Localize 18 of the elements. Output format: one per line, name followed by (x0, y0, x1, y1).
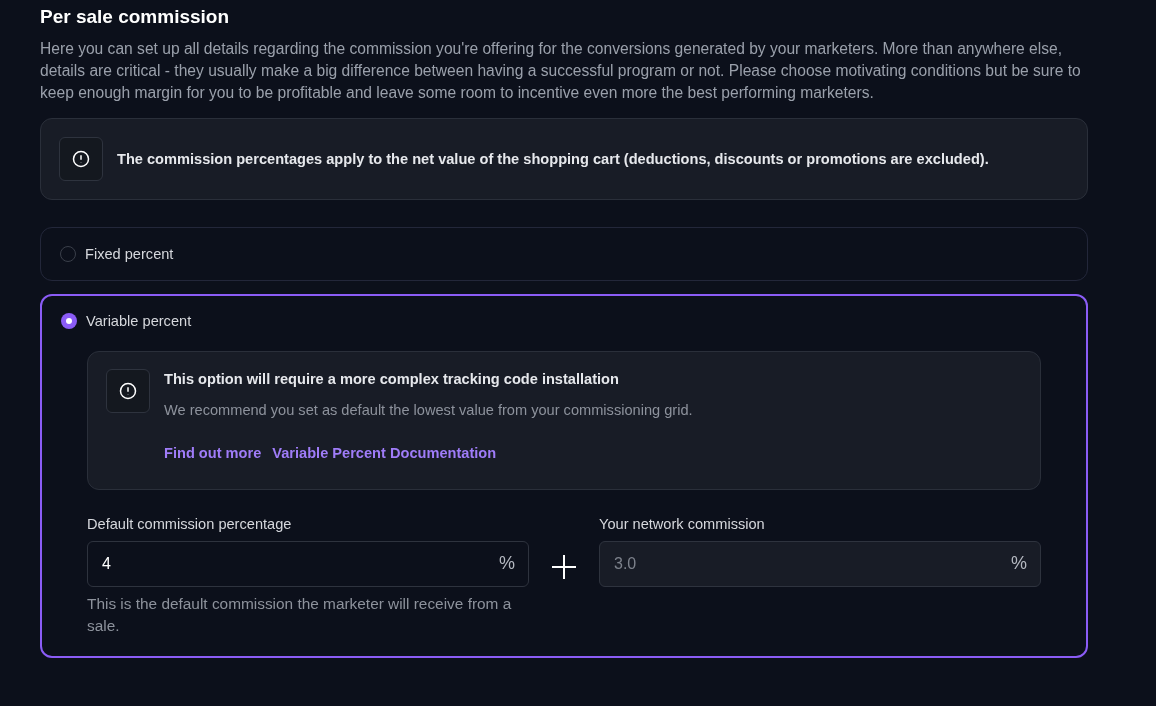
help-text: This is the default commission the marketer will receive from a sale. (87, 594, 513, 636)
notice-text: The commission percentages apply to the net value of the shopping cart (deductions, discounts or promotions are excluded). (117, 151, 989, 167)
info-icon (72, 150, 90, 168)
alert-title: This option will require a more complex tracking code installation (164, 371, 620, 387)
section-description: Here you can set up all details regarding the commission you're offering for the conversions generated by your marketers. More than anywhere else, details are critical - they usually make a big difference between having a successful program or not. Please choose motivating conditions but be sure to keep enough margin for you to be profitable and leave some room to incentive even more the best performing marketers. (40, 39, 1082, 103)
option-label[interactable]: Fixed percent (85, 246, 174, 262)
info-icon (119, 382, 137, 400)
doc-link[interactable]: Variable Percent Documentation (272, 445, 497, 461)
doc-link[interactable]: Find out more (164, 445, 262, 461)
section-title: Per sale commission (40, 6, 231, 28)
plus-icon (551, 554, 577, 580)
percent-unit: % (499, 553, 515, 574)
alert-text: We recommend you set as default the lowest value from your commissioning grid. (164, 402, 693, 418)
field-label: Your network commission (599, 516, 766, 532)
percent-unit: % (1011, 553, 1027, 574)
field-label: Default commission percentage (87, 516, 293, 532)
radio-button[interactable] (61, 313, 77, 329)
option-label[interactable]: Variable percent (86, 313, 192, 329)
